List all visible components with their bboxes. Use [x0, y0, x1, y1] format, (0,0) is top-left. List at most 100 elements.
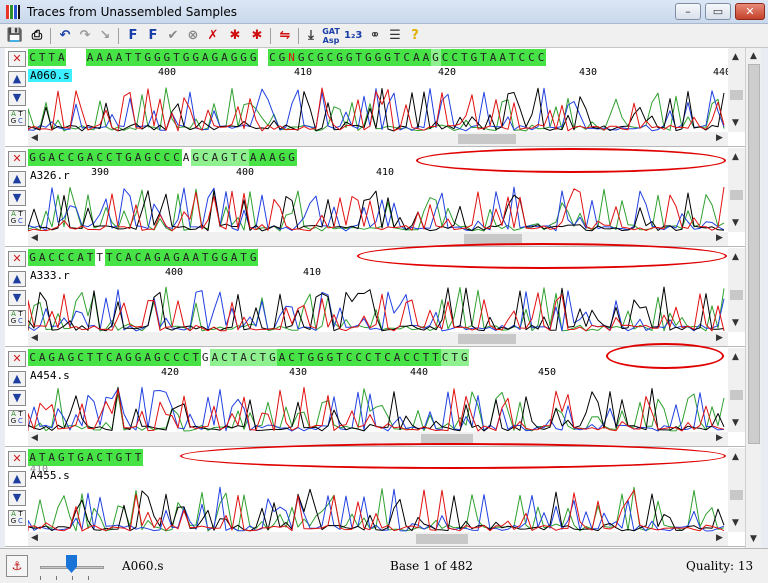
base-call[interactable]: A: [133, 149, 144, 166]
base-call[interactable]: T: [430, 349, 441, 366]
scroll-down-icon[interactable]: ▼: [732, 118, 739, 128]
scroll-left-icon[interactable]: ◀: [31, 433, 38, 443]
sequence-row[interactable]: GACCCATTTCACAGAGAATGGATG: [28, 249, 259, 266]
remove-trace-button[interactable]: ✕: [8, 351, 26, 367]
scroll-down-icon[interactable]: ▼: [732, 218, 739, 228]
sample-name[interactable]: A454.s: [28, 369, 72, 382]
base-call[interactable]: G: [459, 349, 470, 366]
base-call[interactable]: A: [181, 149, 192, 166]
base-call[interactable]: A: [267, 149, 278, 166]
remove-trace-button[interactable]: ✕: [8, 251, 26, 267]
base-call[interactable]: A: [498, 49, 508, 66]
scroll-up-icon[interactable]: ▲: [732, 452, 739, 462]
scroll-up-icon[interactable]: ▲: [750, 51, 757, 61]
base-call[interactable]: G: [66, 349, 76, 366]
base-call[interactable]: A: [47, 449, 57, 466]
base-call[interactable]: G: [56, 449, 67, 466]
base-call[interactable]: T: [354, 49, 364, 66]
vertical-scrollbar[interactable]: ▲ ▼: [728, 248, 745, 332]
redo-alt-icon[interactable]: ↘: [96, 27, 114, 45]
move-up-button[interactable]: ▲: [8, 71, 26, 87]
base-call[interactable]: G: [75, 149, 86, 166]
zoom-icon[interactable]: ⤓: [302, 27, 320, 45]
base-call[interactable]: C: [75, 349, 86, 366]
atgc-toggle-button[interactable]: ATGC: [8, 210, 26, 226]
checkmark-icon[interactable]: ✔: [164, 27, 182, 45]
base-call[interactable]: T: [478, 49, 489, 66]
base-call[interactable]: C: [402, 49, 412, 66]
base-call[interactable]: G: [219, 149, 230, 166]
forward-f-icon[interactable]: F: [144, 27, 162, 45]
base-call[interactable]: G: [382, 49, 393, 66]
remove-trace-button[interactable]: ✕: [8, 151, 26, 167]
base-call[interactable]: C: [152, 149, 163, 166]
main-vertical-scrollbar[interactable]: ▲ ▼: [745, 48, 761, 548]
base-call[interactable]: [75, 49, 86, 66]
horizontal-scrollbar[interactable]: ◀ ▶: [28, 332, 728, 346]
base-call[interactable]: A: [37, 349, 48, 366]
base-call[interactable]: T: [450, 349, 460, 366]
redo-icon[interactable]: ↷: [76, 27, 94, 45]
base-call[interactable]: G: [267, 349, 278, 366]
base-call[interactable]: T: [171, 49, 182, 66]
swap-icon[interactable]: ⇋: [276, 27, 294, 45]
zoom-slider-thumb[interactable]: [66, 555, 77, 573]
base-call[interactable]: A: [85, 449, 96, 466]
base-call[interactable]: A: [411, 49, 422, 66]
base-call[interactable]: T: [335, 349, 345, 366]
base-call[interactable]: A: [56, 49, 67, 66]
base-call[interactable]: C: [56, 149, 67, 166]
base-call[interactable]: G: [306, 349, 316, 366]
base-call[interactable]: A: [181, 249, 192, 266]
scroll-left-icon[interactable]: ◀: [31, 133, 38, 143]
base-call[interactable]: G: [325, 349, 335, 366]
anchor-icon[interactable]: ⚓: [6, 555, 28, 577]
sample-name[interactable]: A060.s: [28, 69, 72, 82]
scroll-thumb[interactable]: [458, 134, 516, 144]
scroll-thumb[interactable]: [416, 534, 468, 544]
base-call[interactable]: A: [114, 349, 124, 366]
base-call[interactable]: T: [85, 349, 96, 366]
base-call[interactable]: G: [315, 49, 326, 66]
print-icon[interactable]: ⎙: [28, 27, 46, 45]
base-call[interactable]: C: [363, 349, 374, 366]
base-call[interactable]: T: [296, 349, 307, 366]
vertical-scrollbar[interactable]: ▲ ▼: [728, 448, 745, 532]
base-call[interactable]: C: [402, 349, 412, 366]
base-call[interactable]: T: [104, 449, 115, 466]
base-call[interactable]: T: [421, 349, 431, 366]
base-call[interactable]: G: [344, 49, 355, 66]
link-icon[interactable]: ⚭: [366, 27, 384, 45]
base-call[interactable]: T: [392, 49, 403, 66]
base-call[interactable]: C: [450, 49, 460, 66]
base-call[interactable]: T: [85, 249, 96, 266]
base-call[interactable]: A: [37, 249, 48, 266]
undo-icon[interactable]: ↶: [56, 27, 74, 45]
base-call[interactable]: T: [66, 449, 76, 466]
base-call[interactable]: C: [28, 49, 38, 66]
base-call[interactable]: C: [95, 449, 105, 466]
base-call[interactable]: C: [200, 149, 211, 166]
base-call[interactable]: C: [411, 349, 422, 366]
base-call[interactable]: A: [143, 249, 153, 266]
base-call[interactable]: T: [239, 249, 249, 266]
scroll-right-icon[interactable]: ▶: [716, 333, 723, 343]
base-call[interactable]: G: [430, 49, 441, 66]
base-call[interactable]: A: [123, 249, 134, 266]
base-call[interactable]: G: [171, 249, 182, 266]
base-call[interactable]: T: [95, 249, 105, 266]
base-call[interactable]: G: [143, 149, 153, 166]
base-call[interactable]: C: [325, 49, 335, 66]
base-call[interactable]: A: [47, 149, 57, 166]
base-call[interactable]: G: [123, 349, 134, 366]
sequence-row[interactable]: CTTA AAAATTGGGTGGAGAGGG CGNGCGCGGTGGGTCA…: [28, 49, 547, 66]
base-call[interactable]: C: [95, 149, 105, 166]
base-call[interactable]: A: [219, 49, 230, 66]
base-call[interactable]: A: [229, 249, 240, 266]
scroll-down-icon[interactable]: ▼: [732, 318, 739, 328]
base-call[interactable]: G: [248, 49, 259, 66]
base-call[interactable]: C: [248, 349, 259, 366]
sequence-row[interactable]: GGACCGACCTGAGCCCAGCAGTCAAAGG: [28, 149, 297, 166]
scroll-left-icon[interactable]: ◀: [31, 233, 38, 243]
next-star-icon[interactable]: ✱: [248, 27, 266, 45]
